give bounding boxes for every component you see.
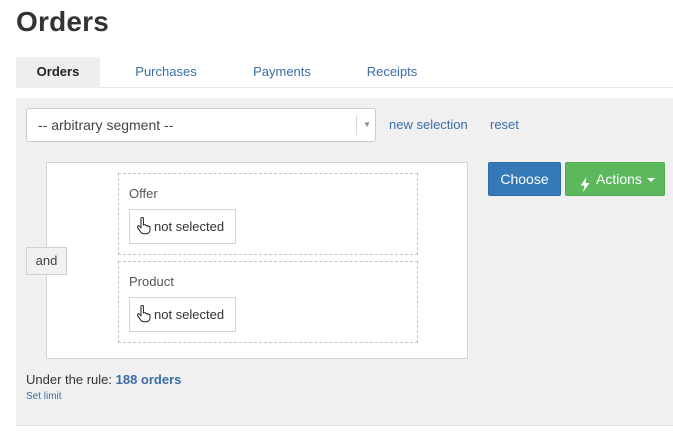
and-operator-button[interactable]: and [26,247,67,275]
rule-box: Offer not selected Product not selected [46,162,468,359]
filter-panel: -- arbitrary segment -- ▼ new selection … [16,98,673,426]
segment-select-value: -- arbitrary segment -- [38,117,174,133]
select-separator [356,115,357,135]
product-select-button[interactable]: not selected [129,297,236,332]
rule-summary: Under the rule: 188 orders [26,372,181,387]
order-count-link[interactable]: 188 orders [116,372,182,387]
actions-button-label: Actions [596,171,642,187]
choose-button[interactable]: Choose [488,162,561,196]
tab-orders[interactable]: Orders [16,57,100,88]
bolt-icon [580,171,590,203]
hand-pointer-icon [136,216,152,238]
condition-label: Product [129,274,174,289]
segment-select[interactable]: -- arbitrary segment -- ▼ [26,108,376,142]
caret-down-icon [647,178,655,182]
actions-dropdown-button[interactable]: Actions [565,162,665,196]
reset-link[interactable]: reset [490,117,519,132]
tab-bar: Orders Purchases Payments Receipts [16,57,673,88]
tab-receipts[interactable]: Receipts [342,57,442,88]
condition-group-product: Product not selected [118,261,418,343]
set-limit-link[interactable]: Set limit [26,391,62,402]
summary-prefix: Under the rule: [26,372,112,387]
product-select-text: not selected [154,307,225,322]
condition-label: Offer [129,186,158,201]
tab-purchases[interactable]: Purchases [116,57,216,88]
hand-pointer-icon [136,304,152,326]
offer-select-button[interactable]: not selected [129,209,236,244]
page-title: Orders [16,6,110,37]
offer-select-text: not selected [154,219,225,234]
tab-payments[interactable]: Payments [232,57,332,88]
new-selection-link[interactable]: new selection [389,117,468,132]
chevron-down-icon: ▼ [363,120,371,129]
condition-group-offer: Offer not selected [118,173,418,255]
